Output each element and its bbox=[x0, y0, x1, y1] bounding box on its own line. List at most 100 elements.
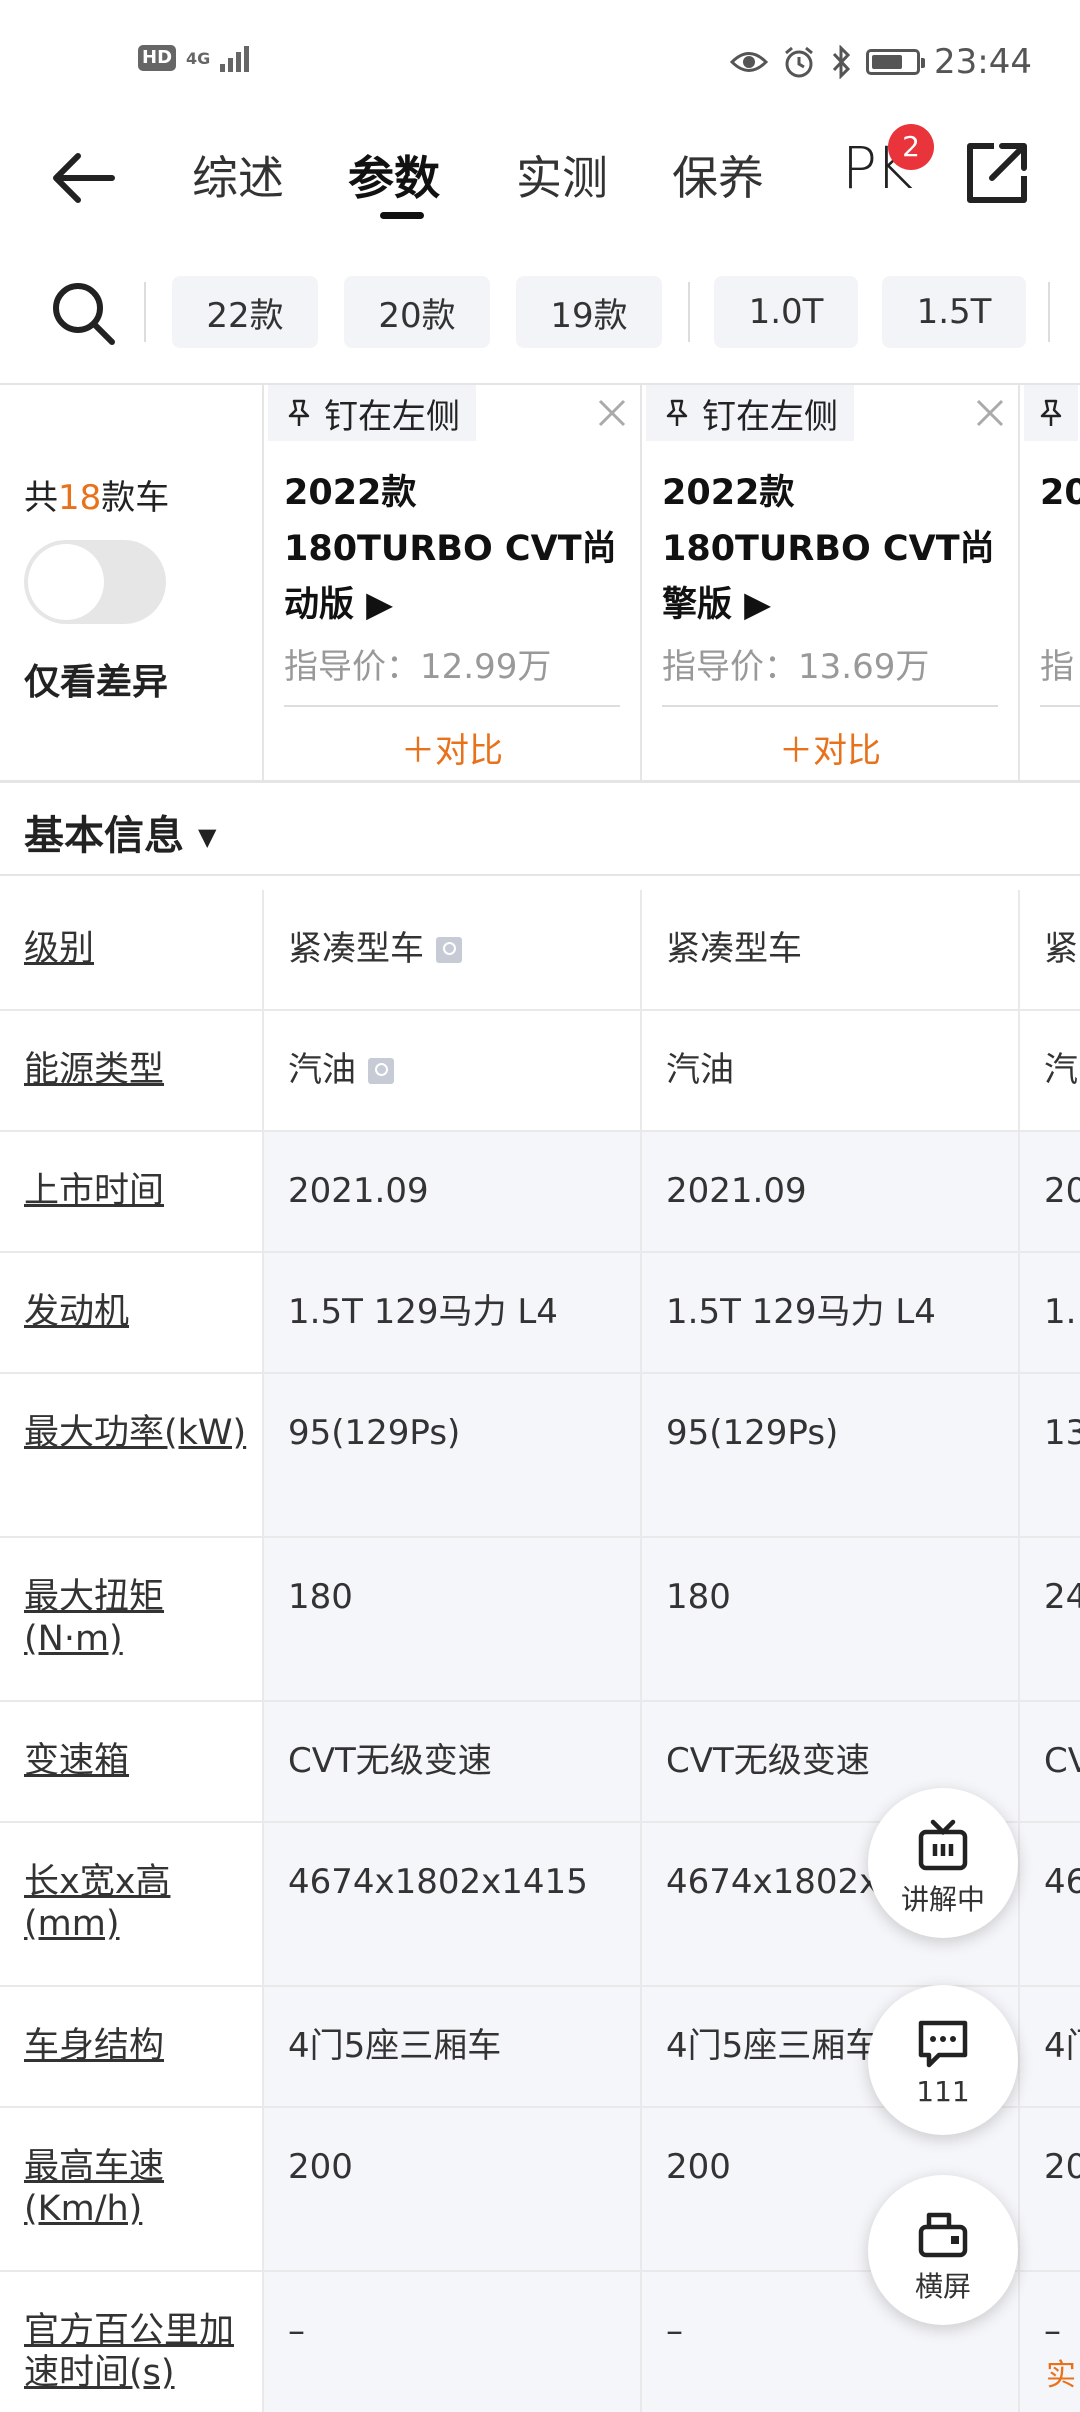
spec-label[interactable]: 最大功率(kW) bbox=[24, 1412, 254, 1454]
spec-cell: CVT无级变速 bbox=[262, 1702, 640, 1821]
status-left: HD 4G bbox=[138, 44, 250, 72]
chip-year-22[interactable]: 22款 bbox=[172, 276, 318, 348]
car-name[interactable]: 20 CV bbox=[1040, 465, 1080, 521]
add-compare-button[interactable]: ＋对比 bbox=[642, 723, 1018, 772]
spec-value: 1. bbox=[1044, 1292, 1077, 1332]
chip-engine-1-0t[interactable]: 1.0T bbox=[714, 276, 858, 348]
spec-value: – bbox=[1044, 2311, 1061, 2351]
back-arrow-icon[interactable] bbox=[48, 148, 118, 208]
model-count: 共18款车 bbox=[24, 470, 169, 519]
tab-maintenance[interactable]: 保养 bbox=[672, 142, 764, 208]
tab-overview[interactable]: 综述 bbox=[192, 142, 284, 208]
spec-value: 180 bbox=[288, 1577, 353, 1617]
spec-label[interactable]: 官方百公里加速时间(s) bbox=[24, 2310, 254, 2394]
table-row: 能源类型 汽油 汽油 汽 bbox=[0, 1011, 1080, 1132]
car-price: 指导价：13.69万 bbox=[662, 647, 930, 687]
spec-label[interactable]: 上市时间 bbox=[24, 1170, 254, 1212]
spec-value: CV bbox=[1044, 1741, 1080, 1781]
share-icon[interactable] bbox=[962, 138, 1032, 208]
lookup-icon[interactable] bbox=[436, 937, 462, 963]
chip-year-19[interactable]: 19款 bbox=[516, 276, 662, 348]
spec-cell: 2021.09 bbox=[640, 1132, 1018, 1251]
car-column-partial: 20 CV 指 bbox=[1018, 385, 1080, 780]
spec-cell: 紧 bbox=[1018, 890, 1080, 1009]
spec-cell: 4674x1802x1415 bbox=[262, 1823, 640, 1985]
clock: 23:44 bbox=[934, 42, 1032, 82]
table-row: 最大扭矩(N·m) 180 180 24 bbox=[0, 1538, 1080, 1702]
spec-value: CVT无级变速 bbox=[288, 1741, 492, 1781]
car-column: 钉在左侧 2022款 180TURBO CVT尚动版 ▶ 指导价：12.99万 … bbox=[262, 385, 640, 780]
only-diff-toggle[interactable] bbox=[24, 540, 166, 624]
spec-label[interactable]: 变速箱 bbox=[24, 1740, 254, 1782]
spec-cell: 汽油 bbox=[262, 1011, 640, 1130]
spec-cell: CV bbox=[1018, 1702, 1080, 1821]
spec-label[interactable]: 发动机 bbox=[24, 1291, 254, 1333]
chip-engine-1-5t[interactable]: 1.5T bbox=[882, 276, 1026, 348]
spec-value: 13 bbox=[1044, 1413, 1080, 1453]
spec-cell: 24 bbox=[1018, 1538, 1080, 1700]
comment-icon bbox=[918, 2020, 968, 2068]
close-icon[interactable] bbox=[970, 393, 1010, 433]
alarm-icon bbox=[785, 46, 813, 78]
car-price: 指导价：12.99万 bbox=[284, 647, 552, 687]
add-compare-button[interactable]: ＋对比 bbox=[264, 723, 640, 772]
spec-label[interactable]: 能源类型 bbox=[24, 1049, 254, 1091]
top-nav: 综述 参数 实测 保养 PK 2 bbox=[0, 120, 1080, 230]
spec-cell: 95(129Ps) bbox=[262, 1374, 640, 1536]
comments-count: 111 bbox=[916, 2075, 970, 2108]
tab-params[interactable]: 参数 bbox=[348, 142, 440, 208]
spec-cell: 紧凑型车 bbox=[640, 890, 1018, 1009]
divider bbox=[144, 282, 146, 342]
spec-value: 2021.09 bbox=[666, 1171, 807, 1211]
pin-label: 钉在左侧 bbox=[702, 396, 838, 437]
pin-left-button[interactable]: 钉在左侧 bbox=[268, 385, 476, 441]
close-icon[interactable] bbox=[592, 393, 632, 433]
spec-value: 4674x1802x1415 bbox=[288, 1862, 588, 1902]
spec-label[interactable]: 级别 bbox=[24, 928, 254, 970]
search-icon[interactable] bbox=[48, 278, 118, 348]
spec-value: 4674x1802x bbox=[666, 1862, 880, 1902]
eye-icon bbox=[730, 52, 769, 72]
table-row: 上市时间 2021.09 2021.09 20 bbox=[0, 1132, 1080, 1253]
section-title: 基本信息 ▼ bbox=[24, 803, 216, 861]
signal-icon bbox=[220, 44, 250, 72]
car-name[interactable]: 2022款 180TURBO CVT尚擎版 ▶ bbox=[662, 465, 1002, 633]
spec-value: 1.5T 129马力 L4 bbox=[288, 1292, 558, 1332]
car-name[interactable]: 2022款 180TURBO CVT尚动版 ▶ bbox=[284, 465, 624, 633]
chip-year-20[interactable]: 20款 bbox=[344, 276, 490, 348]
spec-cell: 180 bbox=[262, 1538, 640, 1700]
pin-left-button[interactable]: 钉在左侧 bbox=[646, 385, 854, 441]
pin-left-button[interactable] bbox=[1024, 385, 1078, 441]
pin-icon bbox=[288, 399, 310, 426]
spec-value: – bbox=[288, 2311, 305, 2351]
spec-label[interactable]: 车身结构 bbox=[24, 2025, 254, 2067]
car-column: 钉在左侧 2022款 180TURBO CVT尚擎版 ▶ 指导价：13.69万 … bbox=[640, 385, 1018, 780]
pin-label: 钉在左侧 bbox=[324, 396, 460, 437]
spec-cell: 4门5座三厢车 bbox=[262, 1987, 640, 2106]
spec-label[interactable]: 长x宽x高(mm) bbox=[24, 1861, 254, 1945]
pin-icon bbox=[1040, 399, 1062, 426]
hd-badge: HD bbox=[138, 45, 177, 71]
comments-button[interactable]: 111 bbox=[868, 1985, 1018, 2135]
spec-cell: 1.5T 129马力 L4 bbox=[640, 1253, 1018, 1372]
lookup-icon[interactable] bbox=[368, 1058, 394, 1084]
filter-bar: 22款 20款 19款 1.0T 1.5T bbox=[0, 262, 1080, 362]
table-row: 最大功率(kW) 95(129Ps) 95(129Ps) 13 bbox=[0, 1374, 1080, 1538]
caret-down-icon: ▼ bbox=[197, 823, 217, 851]
spec-label[interactable]: 最大扭矩(N·m) bbox=[24, 1576, 254, 1660]
landscape-label: 横屏 bbox=[914, 2270, 971, 2303]
spec-value: CVT无级变速 bbox=[666, 1741, 870, 1781]
spec-value: 95(129Ps) bbox=[666, 1413, 839, 1453]
divider bbox=[688, 282, 690, 342]
spec-value: 紧 bbox=[1044, 929, 1078, 969]
spec-value: 20 bbox=[1044, 2147, 1080, 2187]
landscape-button[interactable]: 横屏 bbox=[868, 2175, 1018, 2325]
divider bbox=[284, 705, 620, 707]
explain-button[interactable]: 讲解中 bbox=[868, 1788, 1018, 1938]
section-header[interactable]: 基本信息 ▼ bbox=[0, 783, 1080, 875]
spec-value: 紧凑型车 bbox=[666, 929, 802, 969]
spec-cell: 1.5T 129马力 L4 bbox=[262, 1253, 640, 1372]
tab-measured[interactable]: 实测 bbox=[516, 142, 608, 208]
spec-cell: 4门 bbox=[1018, 1987, 1080, 2106]
spec-label[interactable]: 最高车速(Km/h) bbox=[24, 2146, 254, 2230]
